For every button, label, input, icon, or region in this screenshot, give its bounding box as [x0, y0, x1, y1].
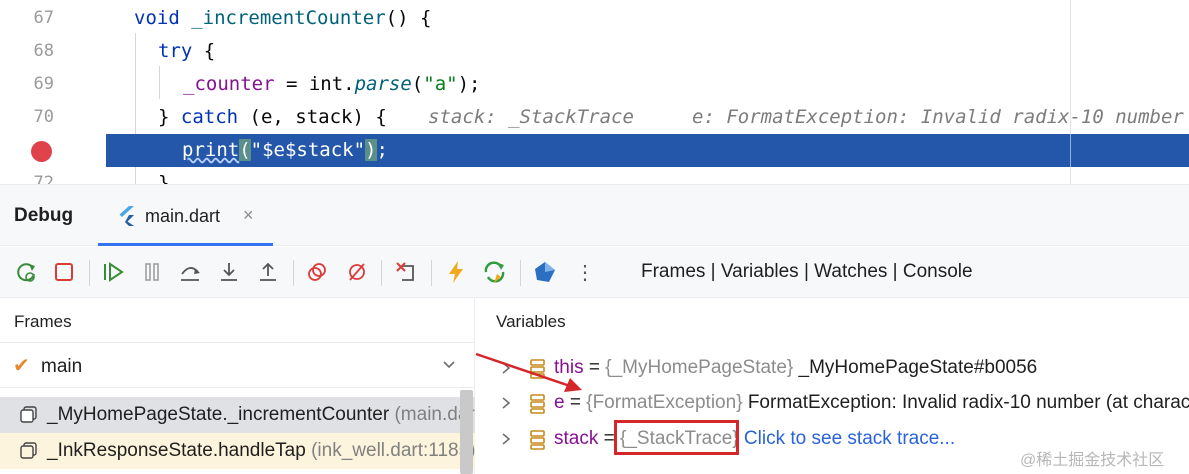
frames-header: Frames [0, 298, 475, 342]
chevron-right-icon[interactable] [499, 395, 513, 411]
resume-button[interactable] [100, 259, 126, 285]
toolbar-separator [431, 260, 432, 286]
variables-header: Variables [476, 298, 1189, 342]
clear-icon [396, 262, 414, 281]
debug-toolbar: ⋮ Frames | Variables | Watches | Console [0, 247, 1189, 298]
frame-name: _InkResponseState.handleTap (ink_well.da… [47, 440, 475, 461]
hot-restart-button[interactable] [482, 259, 508, 285]
more-icon: ⋮ [575, 261, 595, 284]
code-text: _counter = int.parse("a"); [183, 73, 481, 95]
toolbar-separator [381, 260, 382, 286]
step-over-button[interactable] [177, 259, 203, 285]
frame-row[interactable]: _MyHomePageState._incrementCounter (main… [0, 397, 475, 433]
lightning-icon [449, 261, 463, 283]
tab-main-dart[interactable]: main.dart × [98, 185, 273, 247]
flutter-icon [119, 206, 134, 226]
annotation-arrow-icon [475, 352, 582, 392]
debug-tool-window-header: Debug main.dart × [0, 184, 1189, 246]
dart-devtools-icon [535, 262, 555, 282]
line-number: 68 [33, 41, 54, 61]
code-editor[interactable]: 67 void _incrementCounter() { 68 try { 6… [0, 0, 1189, 184]
breakpoint-icon[interactable] [31, 141, 52, 162]
mute-breakpoints-button[interactable] [344, 259, 370, 285]
variable-text: this = {_MyHomePageState} _MyHomePageSta… [554, 357, 1038, 378]
code-text: try { [158, 40, 216, 62]
layout-tabs[interactable]: Frames | Variables | Watches | Console [641, 261, 973, 283]
code-line-70[interactable]: 70 } catch (e, stack) { stack: _StackTra… [0, 101, 1189, 134]
close-icon[interactable]: × [243, 205, 254, 226]
line-number: 70 [33, 107, 54, 127]
resume-icon [104, 262, 124, 282]
clear-breakpoints-button[interactable] [393, 259, 419, 285]
frame-icon [20, 442, 37, 459]
code-text: } catch (e, stack) { [158, 106, 387, 128]
view-breakpoints-icon [308, 263, 326, 281]
field-icon [530, 394, 545, 414]
code-line-68[interactable]: 68 try { [0, 35, 1189, 68]
inline-hint-e: e: FormatException: Invalid radix-10 num… [692, 106, 1184, 128]
annotation-highlight-box [614, 420, 739, 455]
frames-title: Frames [14, 312, 72, 331]
step-over-icon [181, 267, 200, 281]
more-button[interactable]: ⋮ [572, 259, 598, 285]
step-out-icon [260, 262, 276, 281]
line-number: 69 [33, 74, 54, 94]
rerun-icon [17, 263, 35, 282]
debug-title: Debug [14, 205, 74, 226]
code-text: void _incrementCounter() { [134, 7, 432, 29]
variable-text: e = {FormatException} FormatException: I… [554, 392, 1189, 413]
pause-button[interactable] [139, 259, 165, 285]
code-line-71[interactable]: print("$e$stack"); [0, 134, 1189, 167]
variables-title: Variables [496, 312, 566, 331]
toolbar-separator [520, 260, 521, 286]
stack-trace-link[interactable]: Click to see stack trace... [739, 428, 955, 449]
toolbar-separator [293, 260, 294, 286]
code-text: print("$e$stack"); [182, 139, 388, 161]
thread-name: main [41, 356, 83, 377]
toolbar-separator [89, 260, 90, 286]
active-tab-indicator [98, 243, 273, 246]
code-text: } [158, 172, 170, 184]
code-line-72[interactable]: 72 } [0, 167, 1189, 184]
thread-selector[interactable]: ✔ main [0, 342, 475, 388]
dart-devtools-button[interactable] [532, 259, 558, 285]
watermark: @稀土掘金技术社区 [1020, 452, 1165, 469]
hot-reload-button[interactable] [443, 259, 469, 285]
field-icon [530, 430, 545, 450]
line-number: 67 [33, 8, 54, 28]
rerun-button[interactable] [13, 259, 39, 285]
chevron-right-icon[interactable] [499, 431, 513, 447]
tab-label: main.dart [145, 206, 221, 226]
step-out-button[interactable] [255, 259, 281, 285]
chevron-down-icon [443, 361, 455, 369]
view-breakpoints-button[interactable] [305, 259, 331, 285]
inline-hint-stack: stack: _StackTrace [428, 106, 634, 128]
frame-name: _MyHomePageState._incrementCounter (main… [47, 404, 475, 425]
pause-icon [145, 263, 159, 281]
frame-row[interactable]: _InkResponseState.handleTap (ink_well.da… [0, 433, 475, 469]
code-line-67[interactable]: 67 void _incrementCounter() { [0, 2, 1189, 35]
frames-scrollbar[interactable] [460, 390, 473, 474]
hot-restart-icon [484, 261, 505, 283]
stop-button[interactable] [51, 259, 77, 285]
frames-panel: Frames ✔ main _MyHomePageState._incremen… [0, 298, 475, 474]
line-number: 72 [33, 173, 54, 184]
step-into-button[interactable] [216, 259, 242, 285]
frame-icon [20, 406, 37, 423]
step-into-icon [221, 263, 237, 281]
mute-breakpoints-icon [349, 263, 365, 281]
code-line-69[interactable]: 69 _counter = int.parse("a"); [0, 68, 1189, 101]
check-icon: ✔ [13, 355, 30, 377]
stop-icon [55, 263, 73, 281]
